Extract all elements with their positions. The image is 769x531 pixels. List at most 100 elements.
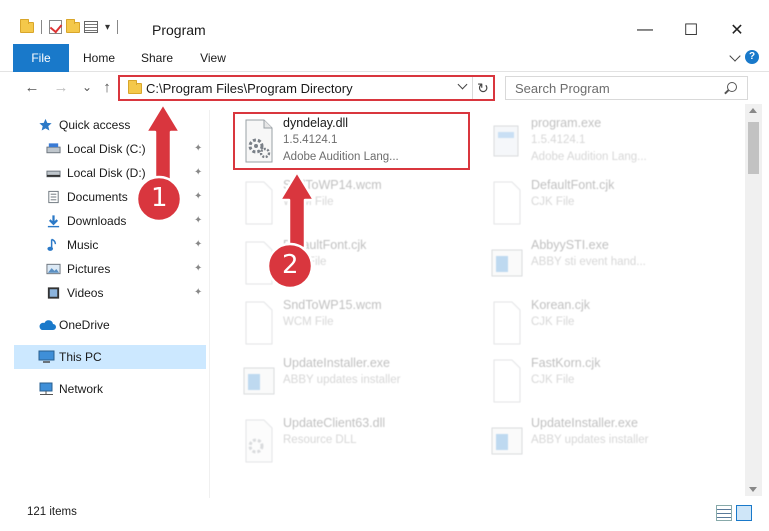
file-name: AbbyySTI.exe [531, 238, 609, 252]
file-name: Korean.cjk [531, 298, 591, 312]
file-name: SndToWP15.wcm [283, 298, 382, 312]
app-window-icon [243, 367, 275, 395]
sidebar-item-documents[interactable]: Documents ✦ [30, 185, 206, 209]
vertical-scrollbar[interactable] [745, 104, 762, 496]
refresh-button[interactable]: ↻ [472, 77, 493, 99]
file-item[interactable]: DefaultFont.cjk CJK File [228, 234, 468, 294]
title-bar: ▾ Program — ☐ ✕ [0, 0, 769, 44]
search-icon[interactable] [727, 82, 737, 92]
computer-icon [38, 350, 55, 363]
file-description: Adobe Audition Lang... [531, 151, 647, 163]
pin-icon[interactable]: ✦ [194, 287, 202, 298]
file-item[interactable]: AbbyySTI.exe ABBY sti event hand... [476, 234, 716, 294]
documents-icon [48, 190, 59, 204]
toolbar-divider [41, 20, 42, 34]
sidebar-item-videos[interactable]: Videos ✦ [30, 281, 206, 305]
tab-file[interactable]: File [13, 44, 69, 72]
sidebar-item-label: This PC [59, 350, 102, 364]
close-button[interactable]: ✕ [714, 18, 760, 42]
network-icon [39, 382, 53, 395]
sidebar-item-label: Documents [67, 190, 128, 204]
blank-file-icon [493, 181, 521, 225]
file-name: DefaultFont.cjk [531, 178, 615, 192]
expand-ribbon-chevron-icon[interactable] [729, 50, 741, 62]
scroll-down-icon[interactable] [749, 487, 757, 492]
maximize-button[interactable]: ☐ [668, 18, 714, 42]
customize-toolbar-icon[interactable] [84, 21, 98, 33]
file-name: SndToWP14.wcm [283, 178, 382, 192]
sidebar-item-onedrive[interactable]: OneDrive [14, 313, 206, 337]
help-icon[interactable]: ? [745, 50, 759, 64]
pin-icon[interactable]: ✦ [194, 143, 202, 154]
file-item[interactable]: FastKorn.cjk CJK File [476, 352, 716, 412]
file-item-program-exe[interactable]: program.exe 1.5.4124.1 Adobe Audition La… [476, 112, 716, 172]
pin-icon[interactable]: ✦ [194, 239, 202, 250]
details-view-icon[interactable] [716, 505, 732, 521]
file-description: Resource DLL [283, 434, 357, 446]
file-item[interactable]: DefaultFont.cjk CJK File [476, 174, 716, 234]
sidebar-item-local-disk-c[interactable]: Local Disk (C:) ✦ [30, 137, 206, 161]
sidebar-item-network[interactable]: Network [14, 377, 206, 401]
search-input[interactable]: Search Program [515, 81, 610, 96]
back-button[interactable]: ← [23, 78, 41, 96]
pictures-icon [46, 263, 61, 275]
recent-locations-chevron-icon[interactable]: ⌄ [78, 78, 96, 96]
file-type: CJK File [531, 196, 575, 208]
address-bar[interactable]: C:\Program Files\Program Directory ↻ [118, 75, 495, 101]
forward-button[interactable]: → [52, 78, 70, 96]
cloud-icon [39, 320, 56, 330]
minimize-button[interactable]: — [622, 18, 668, 42]
navigation-pane: Quick access Local Disk (C:) ✦ Local Dis… [0, 110, 210, 498]
folder-icon [128, 80, 142, 94]
properties-check-icon[interactable] [49, 20, 62, 34]
chevron-down-icon[interactable]: ▾ [105, 22, 110, 33]
up-button[interactable]: ↑ [98, 78, 116, 96]
file-item[interactable]: UpdateClient63.dll Resource DLL [228, 412, 468, 472]
pin-icon[interactable]: ✦ [194, 191, 202, 202]
folder-icon[interactable] [20, 18, 34, 33]
sidebar-item-quick-access[interactable]: Quick access [14, 113, 206, 137]
search-box[interactable]: Search Program [505, 76, 748, 100]
new-folder-icon[interactable] [66, 18, 80, 33]
tab-home[interactable]: Home [76, 44, 122, 72]
target-file-highlight [233, 112, 470, 170]
address-dropdown-chevron-icon[interactable] [457, 79, 468, 90]
file-description: ABBY updates installer [283, 374, 401, 386]
file-type: CJK File [531, 374, 575, 386]
sidebar-item-music[interactable]: Music ✦ [30, 233, 206, 257]
file-item[interactable]: SndToWP15.wcm WCM File [228, 294, 468, 354]
dll-gear-icon [245, 419, 273, 463]
blank-file-icon [245, 301, 273, 345]
window-title: Program [152, 22, 206, 38]
app-window-icon [491, 427, 523, 455]
sidebar-item-local-disk-d[interactable]: Local Disk (D:) ✦ [30, 161, 206, 185]
blank-file-icon [493, 359, 521, 403]
file-item[interactable]: Korean.cjk CJK File [476, 294, 716, 354]
file-name: UpdateClient63.dll [283, 416, 386, 430]
pin-icon[interactable]: ✦ [194, 215, 202, 226]
sidebar-item-this-pc[interactable]: This PC [14, 345, 206, 369]
drive-icon [46, 143, 61, 154]
ribbon-tabs: File Home Share View ? [0, 44, 769, 72]
scroll-thumb[interactable] [748, 122, 759, 174]
file-item[interactable]: UpdateInstaller.exe ABBY updates install… [476, 412, 716, 472]
music-icon [47, 238, 57, 251]
file-item[interactable]: UpdateInstaller.exe ABBY updates install… [228, 352, 468, 412]
pin-icon[interactable]: ✦ [194, 263, 202, 274]
sidebar-item-pictures[interactable]: Pictures ✦ [30, 257, 206, 281]
tab-share[interactable]: Share [134, 44, 180, 72]
toolbar-divider [117, 20, 119, 34]
scroll-up-icon[interactable] [749, 108, 757, 113]
file-item[interactable]: SndToWP14.wcm WCM File [228, 174, 468, 234]
pin-icon[interactable]: ✦ [194, 167, 202, 178]
sidebar-item-downloads[interactable]: Downloads ✦ [30, 209, 206, 233]
annotation-step-1-number: 1 [151, 183, 168, 213]
blank-file-icon [245, 241, 273, 285]
address-path[interactable]: C:\Program Files\Program Directory [146, 81, 353, 96]
tab-view[interactable]: View [192, 44, 234, 72]
large-icons-view-icon[interactable] [736, 505, 752, 521]
file-type: WCM File [283, 196, 334, 208]
sidebar-item-label: Videos [67, 286, 104, 300]
file-type: WCM File [283, 316, 334, 328]
sidebar-item-label: Local Disk (D:) [67, 166, 146, 180]
